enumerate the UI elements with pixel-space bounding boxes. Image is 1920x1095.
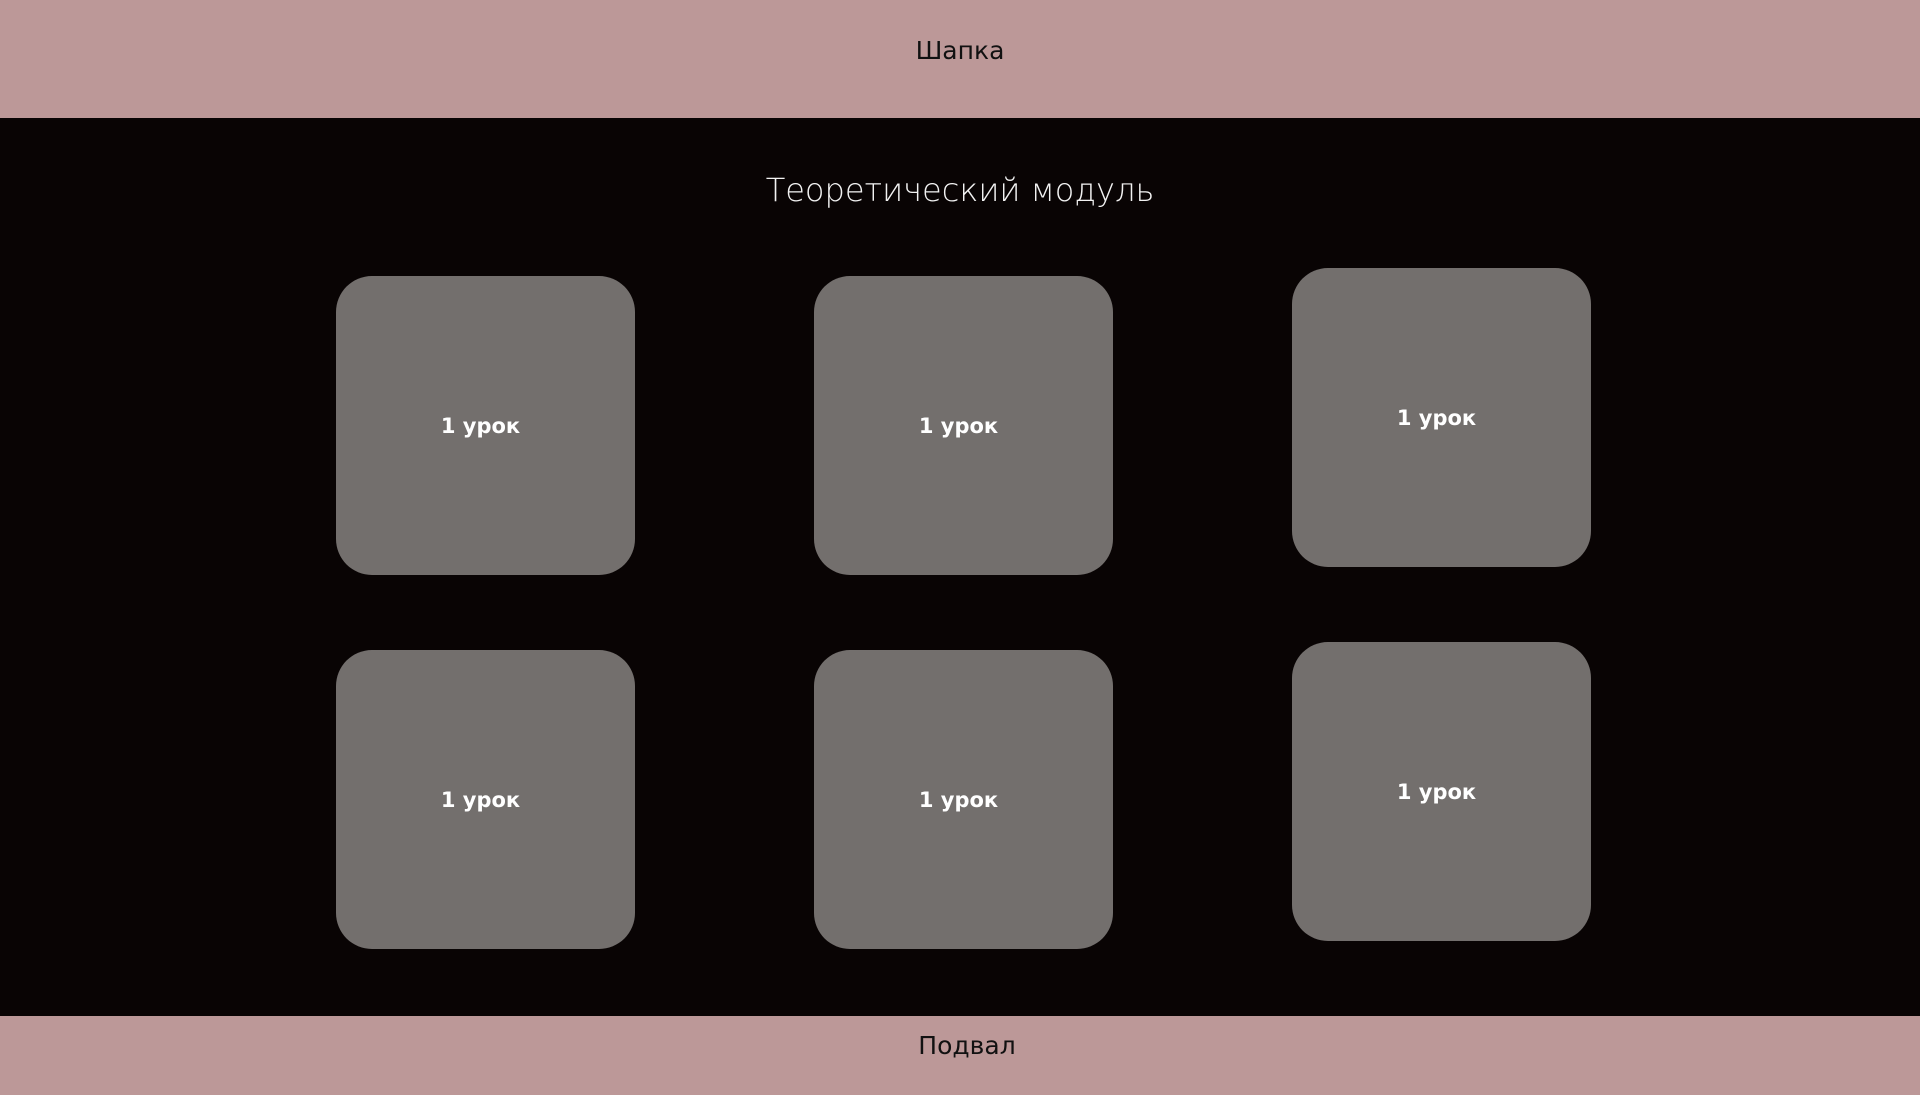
lesson-card[interactable]: 1 урок [814,276,1113,575]
header-label: Шапка [915,36,1005,65]
lesson-card-label: 1 урок [1396,779,1477,804]
lesson-card[interactable]: 1 урок [814,650,1113,949]
lesson-card-label: 1 урок [1396,405,1477,430]
footer-label: Подвал [918,1031,1016,1060]
lesson-card[interactable]: 1 урок [336,276,635,575]
lesson-card-label: 1 урок [440,787,521,812]
lesson-card[interactable]: 1 урок [336,650,635,949]
lesson-card-label: 1 урок [440,413,521,438]
lesson-card-label: 1 урок [918,787,999,812]
lesson-card[interactable]: 1 урок [1292,642,1591,941]
module-title: Теоретический модуль [765,171,1155,209]
lesson-card-label: 1 урок [918,413,999,438]
lesson-card[interactable]: 1 урок [1292,268,1591,567]
